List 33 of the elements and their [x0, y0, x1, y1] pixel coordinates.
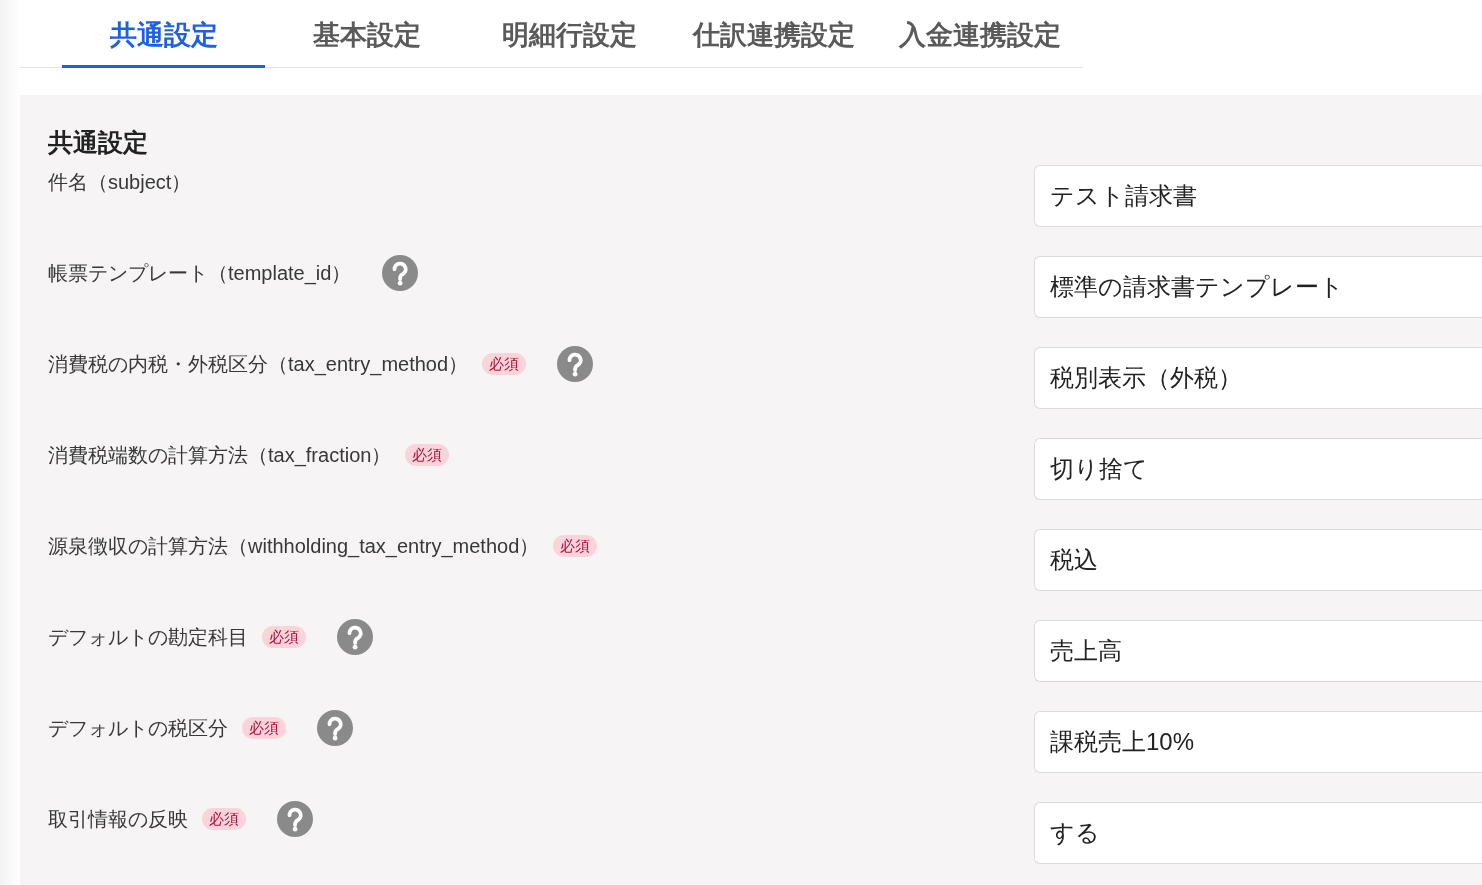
required-tag: 必須 [242, 717, 286, 739]
field-label: 取引情報の反映 [48, 807, 188, 832]
tab[interactable]: 基本設定 [265, 0, 468, 68]
input-field[interactable]: 税別表示（外税） [1034, 347, 1482, 409]
input-field[interactable]: 課税売上10% [1034, 711, 1482, 773]
input-field[interactable]: 売上高 [1034, 620, 1482, 682]
tab[interactable]: 仕訳連携設定 [671, 0, 877, 68]
tab[interactable]: 入金連携設定 [877, 0, 1083, 68]
field-label: 消費税の内税・外税区分（tax_entry_method） [48, 352, 469, 378]
field-label: 消費税端数の計算方法（tax_fraction） [48, 443, 392, 469]
tab[interactable]: 明細行設定 [468, 0, 671, 68]
field-label: 件名（subject） [48, 170, 192, 195]
field-label: デフォルトの税区分 [48, 716, 228, 741]
required-tag: 必須 [482, 353, 527, 375]
required-tag: 必須 [553, 535, 598, 557]
input-field[interactable]: 標準の請求書テンプレート [1034, 256, 1482, 318]
required-tag: 必須 [262, 626, 306, 648]
required-tag: 必須 [405, 444, 450, 466]
field-label: 帳票テンプレート（template_id） [48, 261, 352, 287]
input-field[interactable]: する [1034, 802, 1482, 864]
help-icon[interactable] [382, 255, 419, 291]
help-icon[interactable] [557, 346, 594, 382]
help-icon[interactable] [317, 710, 353, 746]
input-field[interactable]: 税込 [1034, 529, 1482, 591]
input-field[interactable]: テスト請求書 [1034, 165, 1482, 227]
section-title: 共通設定 [48, 127, 149, 157]
field-label: 源泉徴収の計算方法（withholding_tax_entry_method） [48, 534, 540, 560]
required-tag: 必須 [202, 808, 246, 830]
help-icon[interactable] [337, 619, 373, 655]
input-field[interactable]: 切り捨て [1034, 438, 1482, 500]
tab[interactable]: 共通設定 [62, 0, 265, 68]
help-icon[interactable] [277, 801, 313, 837]
field-label: デフォルトの勘定科目 [48, 625, 248, 650]
